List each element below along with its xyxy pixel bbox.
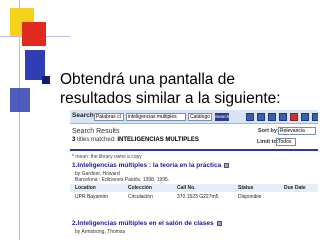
matched-query: INTELIGENCIAS MULTIPLES xyxy=(117,137,199,143)
square-bullet-icon xyxy=(42,76,50,84)
results-title: Search Results xyxy=(72,128,120,135)
record-title[interactable]: 1.Inteligencias múltiples : la teoría en… xyxy=(72,162,230,169)
sort-by-label: Sort by: xyxy=(258,128,279,134)
record-publisher: Barcelona : Ediciones Paidós, 1998, 1995… xyxy=(75,177,170,183)
matched-count: 3 xyxy=(72,137,76,143)
col-call-no: Call No. xyxy=(177,185,196,191)
nav-icon-2[interactable] xyxy=(257,113,265,121)
nav-icon-4[interactable] xyxy=(279,113,287,121)
nav-icon-7[interactable] xyxy=(312,113,318,121)
search-label: Search: xyxy=(72,112,96,119)
nav-icons xyxy=(246,113,318,121)
nav-icon-1[interactable] xyxy=(246,113,254,121)
record-author: by Armstrong, Thomas xyxy=(75,229,126,235)
catalog-screenshot: Search: Palabras cl inteligencias multip… xyxy=(70,110,318,238)
limit-select[interactable]: Todos xyxy=(276,138,296,146)
sort-by-select[interactable]: Relevancia xyxy=(278,127,316,135)
col-status: Status xyxy=(238,185,254,191)
record-title-text[interactable]: 2.Inteligencias múltiples en el salón de… xyxy=(72,220,214,227)
results-note: * mean: the library owns a copy xyxy=(72,154,142,160)
col-collection: Colección xyxy=(128,185,152,191)
col-location: Location xyxy=(75,185,96,191)
search-scope-select[interactable]: Catálogo xyxy=(188,113,212,121)
nav-icon-3[interactable] xyxy=(268,113,276,121)
record-title-text[interactable]: 1.Inteligencias múltiples : la teoría en… xyxy=(72,162,221,169)
cell-status: Disponible xyxy=(238,194,262,200)
search-input[interactable]: inteligencias multiples xyxy=(126,113,186,121)
matched-summary: 3 titles matched: INTELIGENCIAS MULTIPLE… xyxy=(72,137,199,143)
nav-icon-6[interactable] xyxy=(301,113,309,121)
record-icon[interactable] xyxy=(216,220,222,226)
search-button[interactable]: Search xyxy=(215,113,229,121)
matched-prefix: titles matched: xyxy=(77,137,116,143)
decorative-blue-square-2 xyxy=(10,88,30,112)
search-bar: Search: Palabras cl inteligencias multip… xyxy=(70,110,318,124)
search-field-select[interactable]: Palabras cl xyxy=(94,113,124,121)
record-title[interactable]: 2.Inteligencias múltiples en el salón de… xyxy=(72,220,222,227)
record-icon[interactable] xyxy=(224,162,230,168)
bullet-text: Obtendrá una pantalla de resultados simi… xyxy=(60,71,281,107)
decorative-red-square xyxy=(22,22,46,46)
cell-call-no[interactable]: 370.1523 G227m5 xyxy=(177,194,218,200)
cell-collection: Circulación xyxy=(128,194,153,200)
col-due-date: Due Date xyxy=(284,185,306,191)
holdings-header-row: Location Colección Call No. Status Due D… xyxy=(70,184,318,192)
cell-location: UPR Bayamón xyxy=(75,194,109,200)
nav-icon-5[interactable] xyxy=(290,113,298,121)
results-divider xyxy=(70,149,318,151)
